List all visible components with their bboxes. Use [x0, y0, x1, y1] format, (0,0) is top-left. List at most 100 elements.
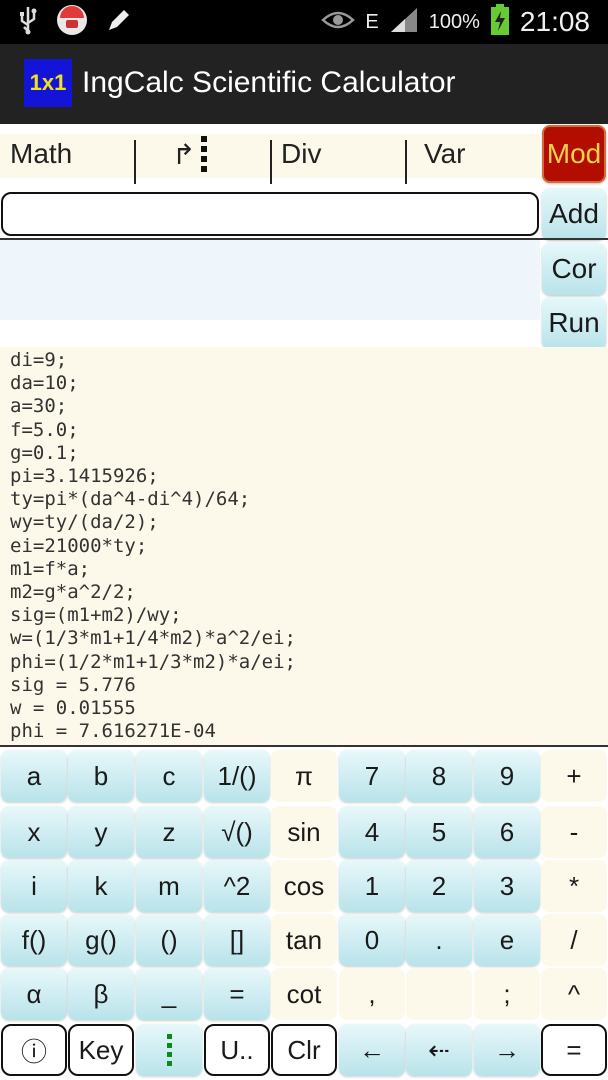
key-r4-c6[interactable]: 0: [339, 914, 405, 966]
key-r4-c3[interactable]: (): [136, 914, 202, 966]
key-r1-c2[interactable]: b: [68, 750, 134, 802]
key-r2-c8[interactable]: 6: [474, 806, 540, 858]
pencil-icon: [106, 7, 132, 38]
key-r2-c9[interactable]: -: [541, 806, 607, 858]
key-r6-c9[interactable]: =: [541, 1024, 607, 1076]
key-r2-c2[interactable]: y: [68, 806, 134, 858]
menu-math[interactable]: Math: [10, 128, 72, 180]
menu-separator: [270, 140, 272, 184]
key-r4-c8[interactable]: e: [474, 914, 540, 966]
key-r6-c4[interactable]: U..: [204, 1024, 270, 1076]
key-r4-c4[interactable]: []: [204, 914, 270, 966]
key-r3-c2[interactable]: k: [68, 860, 134, 912]
output-line: f=5.0;: [10, 418, 79, 441]
add-button[interactable]: Add: [542, 188, 606, 240]
menu-var[interactable]: Var: [424, 128, 466, 180]
key-r2-c7[interactable]: 5: [406, 806, 472, 858]
output-line: m2=g*a^2/2;: [10, 581, 136, 604]
key-r6-c1[interactable]: ⓘ: [1, 1024, 67, 1076]
output-panel[interactable]: di=9; da=10; a=30; f=5.0; g=0.1; pi=3.1415926…: [0, 347, 608, 745]
output-line: wy=ty/(da/2);: [10, 511, 159, 534]
output-line: phi = 7.616271E-04: [10, 720, 216, 743]
key-r1-c7[interactable]: 8: [406, 750, 472, 802]
output-line: ei=21000*ty;: [10, 534, 148, 557]
key-r5-c9[interactable]: ^: [541, 968, 607, 1020]
output-line: pi=3.1415926;: [10, 465, 159, 488]
clock-time: 21:08: [519, 6, 590, 37]
network-type-text: E: [365, 10, 379, 33]
edit-area[interactable]: [0, 240, 540, 320]
output-line: di=9;: [10, 349, 68, 371]
key-r3-c4[interactable]: ^2: [204, 860, 270, 912]
battery-percent: 100%: [428, 10, 480, 33]
formula-input[interactable]: [1, 192, 539, 236]
key-r5-c1[interactable]: α: [1, 968, 67, 1020]
run-button[interactable]: Run: [542, 297, 606, 349]
key-r1-c3[interactable]: c: [136, 750, 202, 802]
key-r3-c3[interactable]: m: [136, 860, 202, 912]
key-r1-c4[interactable]: 1/(): [204, 750, 270, 802]
key-r6-c8[interactable]: →: [474, 1024, 540, 1076]
mod-button[interactable]: Mod: [542, 125, 606, 183]
usb-icon: [18, 5, 38, 40]
battery-charging-icon: [490, 3, 510, 41]
output-line: phi=(1/2*m1+1/3*m2)*a/ei;: [10, 650, 296, 673]
app-logo: 1x1: [24, 59, 72, 107]
output-line: g=0.1;: [10, 441, 79, 464]
key-r4-c2[interactable]: g(): [68, 914, 134, 966]
key-r4-c1[interactable]: f(): [1, 914, 67, 966]
key-r6-c5[interactable]: Clr: [271, 1024, 337, 1076]
app-title: IngCalc Scientific Calculator: [82, 66, 456, 99]
key-r5-c2[interactable]: β: [68, 968, 134, 1020]
status-bar: E 100% 21:08: [0, 0, 608, 44]
key-r1-c9[interactable]: +: [541, 750, 607, 802]
key-r5-c5[interactable]: cot: [271, 968, 337, 1020]
keypad: a b c 1/() π 7 8 9 + x y z √() sin 4 5 6- i k m ^2 cos 1 2 3 * f()…: [0, 747, 608, 1080]
key-r3-c5[interactable]: cos: [271, 860, 337, 912]
key-r4-c5[interactable]: tan: [271, 914, 337, 966]
title-bar: 1x1 IngCalc Scientific Calculator: [0, 44, 608, 124]
cor-button[interactable]: Cor: [542, 243, 606, 295]
status-right-icons: E 100% 21:08: [321, 3, 590, 41]
menu-goto[interactable]: ↱: [172, 128, 208, 180]
key-r5-c7[interactable]: [406, 968, 472, 1020]
key-r1-c8[interactable]: 9: [474, 750, 540, 802]
key-r2-c1[interactable]: x: [1, 806, 67, 858]
key-r5-c6[interactable]: ,: [339, 968, 405, 1020]
key-r2-c3[interactable]: z: [136, 806, 202, 858]
key-r5-c3[interactable]: _: [136, 968, 202, 1020]
key-r2-c6[interactable]: 4: [339, 806, 405, 858]
key-r6-c2[interactable]: Key: [68, 1024, 134, 1076]
key-r5-c8[interactable]: ;: [474, 968, 540, 1020]
key-r6-c6[interactable]: ←: [339, 1024, 405, 1076]
app-notification-icon: [56, 4, 88, 41]
key-r3-c7[interactable]: 2: [406, 860, 472, 912]
key-r4-c7[interactable]: .: [406, 914, 472, 966]
status-left-icons: [18, 4, 132, 40]
key-r1-c6[interactable]: 7: [339, 750, 405, 802]
output-line: sig = 5.776: [10, 673, 136, 696]
key-r3-c1[interactable]: i: [1, 860, 67, 912]
key-r3-c8[interactable]: 3: [474, 860, 540, 912]
signal-icon: [389, 6, 419, 39]
key-r2-c4[interactable]: √(): [204, 806, 270, 858]
menu-separator: [134, 140, 136, 184]
key-r3-c6[interactable]: 1: [339, 860, 405, 912]
output-line: m1=f*a;: [10, 557, 91, 580]
key-r2-c5[interactable]: sin: [271, 806, 337, 858]
key-r6-c3[interactable]: [136, 1024, 202, 1076]
key-r5-c4[interactable]: =: [204, 968, 270, 1020]
vertical-dots-icon: [201, 136, 208, 172]
output-line: da=10;: [10, 372, 79, 395]
green-dots-icon: [166, 1034, 172, 1066]
key-r4-c9[interactable]: /: [541, 914, 607, 966]
output-line: w=(1/3*m1+1/4*m2)*a^2/ei;: [10, 627, 296, 650]
key-r3-c9[interactable]: *: [541, 860, 607, 912]
key-r6-c7[interactable]: ⇠: [406, 1024, 472, 1076]
output-line: a=30;: [10, 395, 68, 418]
key-r1-c1[interactable]: a: [1, 750, 67, 802]
menu-div[interactable]: Div: [281, 128, 321, 180]
menu-row: Math ↱ Div Var: [0, 124, 608, 190]
output-line: w = 0.01555: [10, 697, 136, 720]
key-r1-c5[interactable]: π: [271, 750, 337, 802]
